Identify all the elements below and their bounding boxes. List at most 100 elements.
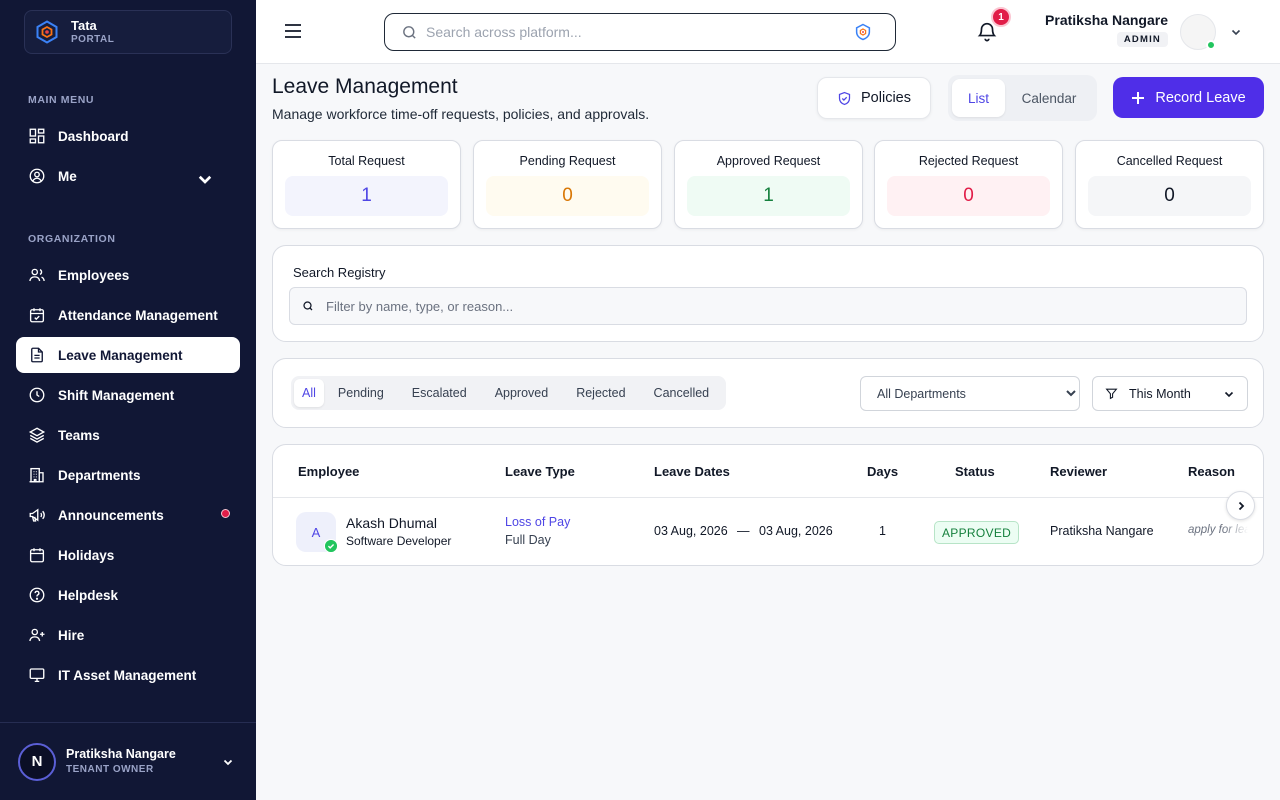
layers-icon — [28, 427, 46, 443]
sidebar-item-departments[interactable]: Departments — [16, 457, 240, 493]
calendar-view-button[interactable]: Calendar — [1005, 79, 1093, 117]
menu-icon[interactable] — [284, 22, 302, 40]
leave-duration: Full Day — [505, 533, 551, 547]
users-icon — [29, 268, 45, 282]
column-header-reason: Reason — [1188, 464, 1235, 479]
user-plus-icon — [29, 628, 45, 642]
leave-start-date: 03 Aug, 2026 — [654, 524, 728, 538]
registry-search-field[interactable] — [289, 287, 1247, 325]
global-search[interactable] — [384, 13, 896, 51]
sidebar-item-hire[interactable]: Hire — [16, 617, 240, 653]
search-registry-label: Search Registry — [293, 265, 386, 280]
user-circle-icon — [29, 168, 45, 184]
sidebar-item-label: Teams — [58, 427, 100, 443]
shield-icon — [838, 91, 851, 105]
sidebar-item-dashboard[interactable]: Dashboard — [16, 118, 240, 154]
tab-rejected[interactable]: Rejected — [562, 379, 639, 407]
sidebar-item-label: IT Asset Management — [58, 667, 197, 683]
brand-mark-icon — [855, 23, 871, 41]
stat-card-total: Total Request 1 — [272, 140, 461, 229]
chevron-right-icon — [1238, 501, 1244, 510]
tab-all[interactable]: All — [294, 379, 324, 407]
chevron-down-icon[interactable] — [1230, 26, 1242, 38]
account-name: Pratiksha Nangare — [66, 747, 176, 762]
stat-card-rejected: Rejected Request 0 — [874, 140, 1063, 229]
calendar-check-icon — [29, 308, 45, 323]
search-registry-panel: Search Registry — [272, 245, 1264, 342]
leave-days: 1 — [879, 524, 886, 538]
monitor-icon — [29, 668, 45, 683]
sidebar-item-label: Helpdesk — [58, 587, 119, 603]
column-header-reviewer: Reviewer — [1050, 464, 1108, 479]
sidebar-item-label: Me — [58, 168, 77, 184]
stat-value: 0 — [486, 176, 649, 216]
department-select[interactable]: All Departments — [860, 376, 1080, 411]
period-filter[interactable]: This Month — [1092, 376, 1248, 411]
sidebar-item-shift-management[interactable]: Shift Management — [16, 377, 240, 413]
sidebar-item-attendance[interactable]: Attendance Management — [16, 297, 240, 333]
organization-label: ORGANIZATION — [28, 233, 116, 245]
search-icon — [403, 25, 416, 39]
period-filter-label: This Month — [1129, 386, 1191, 401]
stat-value: 1 — [285, 176, 448, 216]
record-leave-button[interactable]: Record Leave — [1113, 77, 1264, 118]
stat-label: Rejected Request — [918, 154, 1019, 168]
role-badge: ADMIN — [1116, 32, 1168, 47]
stat-value: 0 — [887, 176, 1050, 216]
sidebar-item-label: Shift Management — [58, 387, 175, 403]
sidebar-item-teams[interactable]: Teams — [16, 417, 240, 453]
record-leave-label: Record Leave — [1155, 89, 1246, 106]
registry-search-input[interactable] — [326, 298, 1206, 314]
sidebar-item-label: Departments — [58, 467, 141, 483]
stat-label: Total Request — [328, 154, 405, 168]
leave-end-date: 03 Aug, 2026 — [759, 524, 833, 538]
search-input[interactable] — [426, 24, 846, 40]
online-status-dot — [1206, 40, 1216, 50]
verified-check-icon — [324, 539, 338, 553]
unread-dot — [221, 509, 230, 518]
reviewer-name: Pratiksha Nangare — [1050, 524, 1154, 538]
list-view-button[interactable]: List — [952, 79, 1005, 117]
user-info[interactable]: Pratiksha Nangare ADMIN — [1038, 12, 1168, 47]
megaphone-icon — [29, 508, 45, 522]
page-title: Leave Management — [272, 75, 458, 98]
employee-name: Akash Dhumal — [346, 515, 438, 531]
tab-approved[interactable]: Approved — [481, 379, 563, 407]
sidebar-item-leave-management[interactable]: Leave Management — [16, 337, 240, 373]
sidebar-item-me[interactable]: Me — [16, 158, 240, 194]
help-circle-icon — [29, 587, 45, 603]
sidebar-item-holidays[interactable]: Holidays — [16, 537, 240, 573]
tab-escalated[interactable]: Escalated — [398, 379, 481, 407]
sidebar: Tata PORTAL MAIN MENU Dashboard Me ORGAN… — [0, 0, 256, 800]
column-header-status: Status — [955, 464, 995, 479]
stat-label: Cancelled Request — [1116, 154, 1223, 168]
account-menu[interactable]: N Pratiksha Nangare TENANT OWNER — [0, 722, 256, 800]
policies-button[interactable]: Policies — [817, 77, 931, 119]
stat-value: 1 — [687, 176, 850, 216]
sidebar-item-helpdesk[interactable]: Helpdesk — [16, 577, 240, 613]
tab-cancelled[interactable]: Cancelled — [640, 379, 724, 407]
filter-icon — [1105, 388, 1118, 400]
scroll-right-button[interactable] — [1226, 491, 1255, 520]
leave-reason: apply for leave — [1188, 524, 1248, 536]
notification-badge: 1 — [991, 7, 1011, 27]
sidebar-item-employees[interactable]: Employees — [16, 257, 240, 293]
stat-label: Approved Request — [716, 154, 821, 168]
dashboard-icon — [29, 128, 45, 144]
column-header-days: Days — [867, 464, 899, 479]
sidebar-item-announcements[interactable]: Announcements — [16, 497, 240, 533]
user-name: Pratiksha Nangare — [1045, 12, 1168, 28]
avatar: N — [18, 742, 56, 781]
sidebar-item-it-asset-management[interactable]: IT Asset Management — [16, 657, 240, 693]
avatar[interactable] — [1180, 14, 1216, 50]
tab-pending[interactable]: Pending — [324, 379, 398, 407]
date-separator: — — [737, 524, 750, 538]
sidebar-item-label: Announcements — [58, 507, 164, 523]
column-header-leave-dates: Leave Dates — [654, 464, 730, 479]
brand-switcher[interactable]: Tata PORTAL — [24, 10, 232, 54]
stat-card-approved: Approved Request 1 — [674, 140, 863, 229]
document-icon — [31, 347, 43, 363]
column-header-leave-type: Leave Type — [505, 464, 575, 479]
sidebar-item-label: Attendance Management — [58, 307, 218, 323]
status-badge: APPROVED — [934, 521, 1020, 544]
